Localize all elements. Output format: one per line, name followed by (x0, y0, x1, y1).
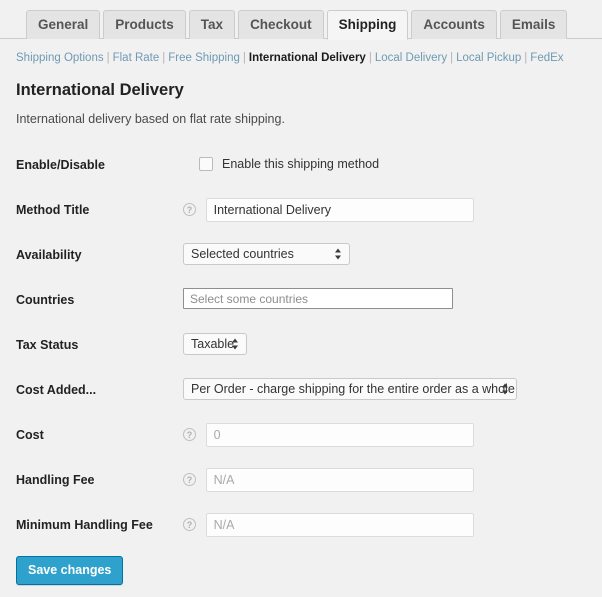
page-title: International Delivery (16, 81, 184, 99)
label-enable-disable: Enable/Disable (16, 158, 105, 172)
availability-select[interactable]: Selected countries (183, 243, 350, 265)
subnav-item-local-delivery[interactable]: Local Delivery (375, 52, 447, 64)
subnav-item-international-delivery[interactable]: International Delivery (249, 52, 366, 64)
minimum-handling-fee-input[interactable] (205, 513, 474, 537)
shipping-subnav: Shipping Options | Flat Rate | Free Shipping… (0, 39, 602, 66)
section-header: International Delivery International del… (0, 66, 602, 127)
label-method-title: Method Title (16, 203, 90, 217)
subnav-separator: | (524, 52, 528, 64)
row-cost-added: Cost Added... Per Order - charge shippin… (0, 368, 602, 413)
subnav-item-shipping-options[interactable]: Shipping Options (16, 52, 104, 64)
label-cost: Cost (16, 428, 44, 442)
tab-general[interactable]: General (26, 10, 101, 39)
cost-input[interactable] (205, 423, 474, 447)
tab-shipping[interactable]: Shipping (326, 10, 409, 40)
shipping-method-settings-form: Enable/Disable Enable this shipping meth… (0, 143, 602, 548)
label-countries: Countries (16, 293, 75, 307)
enable-shipping-method-checkbox[interactable] (199, 157, 213, 171)
cost-added-select-value: Per Order - charge shipping for the enti… (191, 382, 515, 396)
subnav-item-free-shipping[interactable]: Free Shipping (168, 52, 240, 64)
enable-shipping-method-label[interactable]: Enable this shipping method (222, 156, 379, 172)
submit-area: Save changes (0, 548, 602, 585)
settings-tab-bar: General Products Tax Checkout Shipping Accoun… (0, 0, 602, 40)
row-cost: Cost ? (0, 413, 602, 458)
subnav-separator: | (368, 52, 372, 64)
save-changes-button[interactable]: Save changes (16, 556, 124, 585)
enable-shipping-method-field: Enable this shipping method (183, 153, 592, 172)
subnav-item-local-pickup[interactable]: Local Pickup (456, 52, 521, 64)
subnav-separator: | (450, 52, 454, 64)
tax-status-select-value: Taxable (191, 337, 235, 351)
handling-fee-input[interactable] (205, 468, 474, 492)
row-method-title: Method Title ? (0, 188, 602, 233)
countries-input[interactable] (183, 288, 453, 309)
subnav-separator: | (106, 52, 110, 64)
subnav-item-flat-rate[interactable]: Flat Rate (113, 52, 160, 64)
row-tax-status: Tax Status Taxable (0, 323, 602, 368)
subnav-separator: | (162, 52, 166, 64)
tab-checkout[interactable]: Checkout (238, 10, 324, 39)
row-handling-fee: Handling Fee ? (0, 458, 602, 503)
chevron-updown-icon (335, 248, 342, 261)
help-icon[interactable]: ? (183, 202, 196, 216)
tax-status-select[interactable]: Taxable (183, 333, 247, 355)
tab-tax[interactable]: Tax (188, 10, 236, 39)
label-minimum-handling-fee: Minimum Handling Fee (16, 518, 153, 532)
tab-accounts[interactable]: Accounts (411, 10, 497, 39)
cost-added-select[interactable]: Per Order - charge shipping for the enti… (183, 378, 517, 400)
help-icon[interactable]: ? (183, 517, 196, 531)
section-description: International delivery based on flat rat… (16, 112, 285, 126)
availability-select-value: Selected countries (191, 247, 294, 261)
tab-emails[interactable]: Emails (499, 10, 568, 39)
row-enable-disable: Enable/Disable Enable this shipping meth… (0, 143, 602, 188)
row-countries: Countries (0, 278, 602, 323)
label-tax-status: Tax Status (16, 338, 79, 352)
row-availability: Availability Selected countries (0, 233, 602, 278)
subnav-separator: | (242, 52, 246, 64)
subnav-item-fedex[interactable]: FedEx (530, 52, 563, 64)
method-title-input[interactable] (205, 198, 474, 222)
tab-products[interactable]: Products (103, 10, 186, 39)
label-cost-added: Cost Added... (16, 383, 97, 397)
label-handling-fee: Handling Fee (16, 473, 95, 487)
help-icon[interactable]: ? (183, 427, 196, 441)
help-icon[interactable]: ? (183, 472, 196, 486)
label-availability: Availability (16, 248, 82, 262)
row-minimum-handling-fee: Minimum Handling Fee ? (0, 503, 602, 548)
